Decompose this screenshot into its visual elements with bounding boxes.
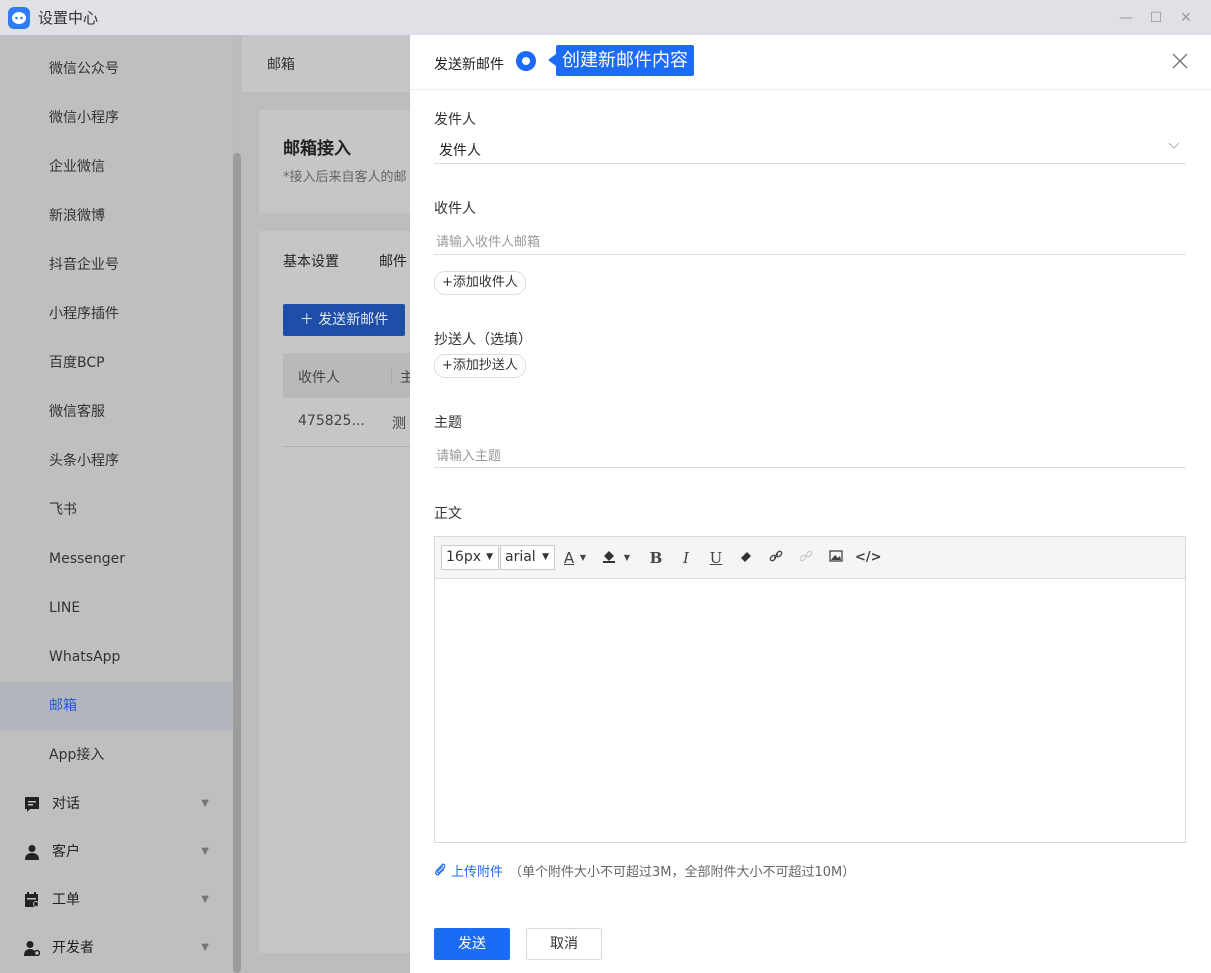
sidebar-group-label: 客户	[52, 844, 80, 860]
editor-body[interactable]	[435, 579, 1185, 842]
font-family-select[interactable]: arial ▼	[500, 545, 555, 570]
sidebar-group-ticket[interactable]: 工单 ▼	[0, 876, 233, 924]
page-title: 邮箱接入	[283, 139, 351, 159]
font-family-value: arial	[505, 549, 536, 565]
tab-basic-settings[interactable]: 基本设置	[283, 251, 339, 271]
cancel-button[interactable]: 取消	[526, 928, 602, 960]
font-size-select[interactable]: 16px ▼	[441, 545, 499, 570]
image-icon[interactable]	[826, 548, 846, 568]
sidebar-item-miniprogram-plugin[interactable]: 小程序插件	[0, 290, 233, 339]
rich-text-editor: 16px ▼ arial ▼ A ▼ ▼ B I U </>	[434, 536, 1186, 843]
table-cell: 测	[392, 416, 406, 432]
fill-color-icon[interactable]	[599, 548, 619, 568]
ticket-icon	[24, 892, 40, 908]
sidebar-scrollbar[interactable]	[233, 153, 241, 973]
sidebar-item-wecom[interactable]: 企业微信	[0, 143, 233, 192]
eraser-icon[interactable]	[736, 548, 756, 568]
chevron-down-icon: ▼	[201, 846, 209, 857]
chevron-down-icon[interactable]	[1168, 139, 1180, 155]
user-icon	[24, 844, 40, 860]
sidebar-item-toutiao[interactable]: 头条小程序	[0, 437, 233, 486]
breadcrumb-current: 邮箱	[267, 57, 295, 73]
chevron-down-icon: ▼	[201, 942, 209, 953]
sender-label: 发件人	[434, 112, 476, 128]
sidebar-group-label: 对话	[52, 796, 80, 812]
developer-icon	[24, 940, 40, 956]
sidebar-item-wechat-miniprogram[interactable]: 微信小程序	[0, 94, 233, 143]
caret-down-icon[interactable]: ▼	[617, 548, 637, 568]
new-mail-button[interactable]: ＋ 发送新邮件	[283, 304, 405, 336]
underline-icon[interactable]: U	[706, 548, 726, 568]
bold-icon[interactable]: B	[646, 548, 666, 568]
column-header: 收件人	[298, 370, 340, 386]
sidebar-item-douyin[interactable]: 抖音企业号	[0, 241, 233, 290]
upload-attachment-link[interactable]: 上传附件	[451, 861, 503, 880]
sidebar-group-developer[interactable]: 开发者 ▼	[0, 924, 233, 972]
font-size-value: 16px	[446, 549, 481, 565]
chat-icon	[24, 796, 40, 812]
subject-input[interactable]: 请输入主题	[436, 445, 501, 464]
plus-icon: ＋	[299, 312, 319, 328]
send-button[interactable]: 发送	[434, 928, 510, 960]
subject-input-underline	[434, 467, 1186, 468]
recipient-input-underline	[434, 254, 1186, 255]
link-icon[interactable]	[766, 548, 786, 568]
editor-toolbar: 16px ▼ arial ▼ A ▼ ▼ B I U </>	[435, 537, 1185, 579]
sidebar-group-customer[interactable]: 客户 ▼	[0, 828, 233, 876]
send-mail-drawer: 发送新邮件 创建新邮件内容 发件人 发件人 收件人 请输入收件人邮箱 +添加收件…	[410, 35, 1211, 973]
page-subtitle: *接入后来自客人的邮	[283, 170, 407, 185]
sidebar-item-weibo[interactable]: 新浪微博	[0, 192, 233, 241]
window-title: 设置中心	[38, 9, 99, 27]
recipient-input[interactable]: 请输入收件人邮箱	[436, 231, 540, 250]
tab-email[interactable]: 邮件	[379, 251, 407, 271]
caret-down-icon: ▼	[542, 552, 549, 562]
sidebar-group-label: 开发者	[52, 940, 94, 956]
new-mail-label: 发送新邮件	[318, 312, 389, 328]
maximize-button[interactable]: ☐	[1141, 10, 1171, 26]
guide-tooltip: 创建新邮件内容	[548, 45, 694, 76]
sidebar-item-app[interactable]: App接入	[0, 731, 233, 780]
chevron-down-icon: ▼	[201, 894, 209, 905]
guide-step-icon	[516, 51, 536, 71]
sidebar-item-feishu[interactable]: 飞书	[0, 486, 233, 535]
minimize-button[interactable]: —	[1111, 10, 1141, 26]
sender-select-value[interactable]: 发件人	[439, 140, 481, 160]
sidebar-item-whatsapp[interactable]: WhatsApp	[0, 633, 233, 682]
drawer-header: 发送新邮件 创建新邮件内容	[410, 35, 1211, 90]
sender-select[interactable]	[434, 163, 1186, 164]
subject-label: 主题	[434, 415, 462, 431]
caret-down-icon: ▼	[486, 552, 493, 562]
sidebar-group-chat[interactable]: 对话 ▼	[0, 780, 233, 828]
sidebar-item-wechat-service[interactable]: 微信客服	[0, 388, 233, 437]
paperclip-icon	[434, 862, 447, 880]
unlink-icon[interactable]	[796, 548, 816, 568]
sidebar-item-email[interactable]: 邮箱	[0, 682, 233, 731]
close-window-button[interactable]: ✕	[1171, 10, 1201, 26]
add-recipient-button[interactable]: +添加收件人	[434, 271, 526, 295]
sidebar-item-wechat-official[interactable]: 微信公众号	[0, 45, 233, 94]
chevron-down-icon: ▼	[201, 798, 209, 809]
close-icon[interactable]	[1171, 52, 1189, 70]
table-cell: 475825...	[298, 413, 365, 429]
code-icon[interactable]: </>	[855, 548, 882, 568]
recipient-label: 收件人	[434, 201, 476, 217]
add-cc-button[interactable]: +添加抄送人	[434, 354, 526, 378]
body-label: 正文	[434, 506, 462, 522]
attachment-area: 上传附件 （单个附件大小不可超过3M，全部附件大小不可超过10M）	[434, 861, 855, 880]
app-logo-icon	[8, 6, 30, 29]
attachment-note: （单个附件大小不可超过3M，全部附件大小不可超过10M）	[509, 865, 856, 880]
sidebar-item-baidu-bcp[interactable]: 百度BCP	[0, 339, 233, 388]
sidebar-group-label: 工单	[52, 892, 80, 908]
caret-down-icon[interactable]: ▼	[573, 548, 593, 568]
sidebar-item-line[interactable]: LINE	[0, 584, 233, 633]
title-bar: 设置中心 — ☐ ✕	[0, 0, 1211, 35]
sidebar-item-messenger[interactable]: Messenger	[0, 535, 233, 584]
italic-icon[interactable]: I	[676, 548, 696, 568]
sidebar: 微信公众号 微信小程序 企业微信 新浪微博 抖音企业号 小程序插件 百度BCP …	[0, 35, 233, 973]
drawer-title: 发送新邮件	[434, 57, 504, 73]
cc-label: 抄送人（选填）	[434, 332, 532, 348]
